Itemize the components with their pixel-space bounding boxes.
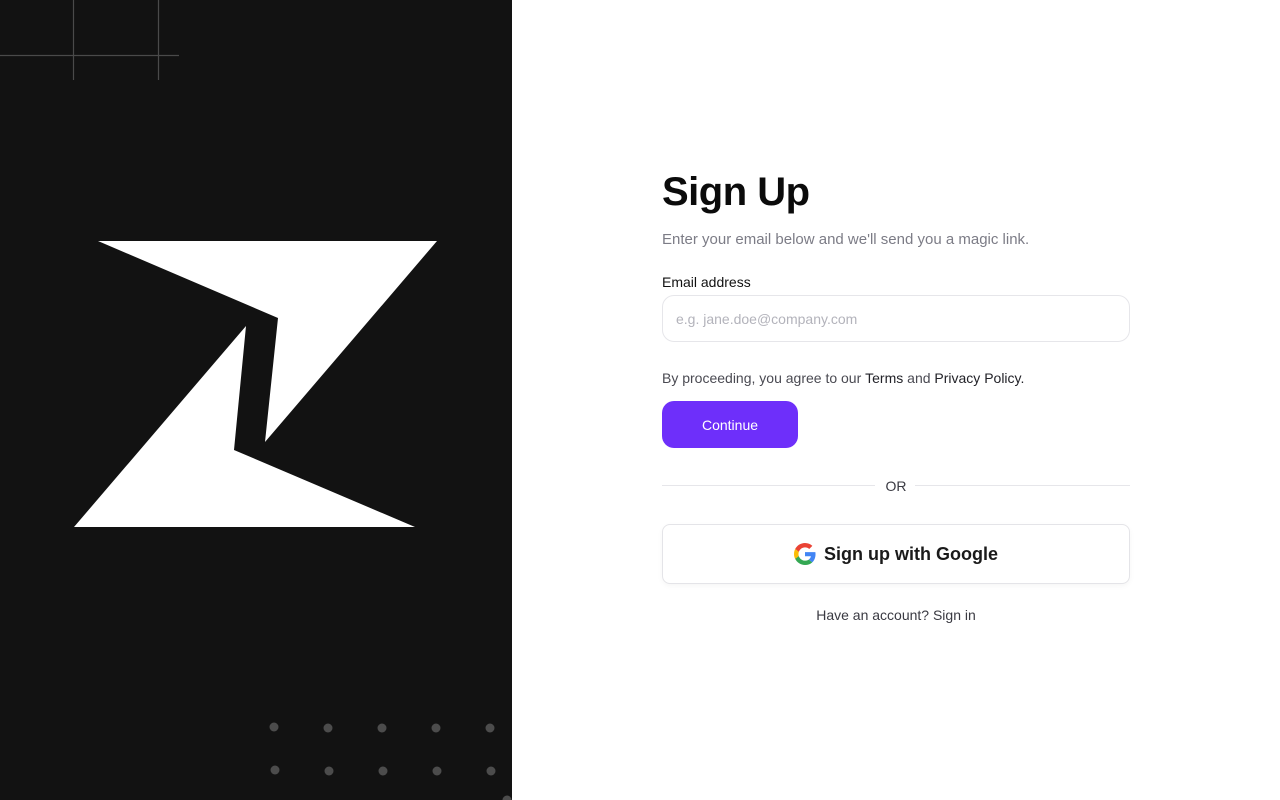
divider-label: OR: [885, 478, 907, 494]
terms-notice: By proceeding, you agree to our Terms an…: [662, 370, 1024, 386]
grid-lines-decoration: [0, 0, 179, 80]
or-divider: OR: [662, 476, 1130, 496]
google-icon: [794, 543, 816, 565]
terms-middle: and: [903, 370, 935, 386]
signin-prompt: Have an account? Sign in: [662, 607, 1130, 623]
signup-page: Sign Up Enter your email below and we'll…: [0, 0, 1280, 800]
dot-grid-decoration: [269, 722, 512, 800]
have-account-text: Have an account?: [816, 607, 930, 623]
brand-art: [0, 0, 512, 800]
privacy-policy-link[interactable]: Privacy Policy.: [934, 370, 1024, 386]
page-title: Sign Up: [662, 170, 810, 214]
terms-prefix: By proceeding, you agree to our: [662, 370, 866, 386]
email-field[interactable]: [662, 295, 1130, 342]
google-signup-button[interactable]: Sign up with Google: [662, 524, 1130, 584]
divider-line-right: [915, 485, 1130, 486]
page-subtitle: Enter your email below and we'll send yo…: [662, 231, 1030, 248]
google-button-label: Sign up with Google: [824, 543, 998, 564]
signin-link[interactable]: Sign in: [933, 607, 976, 623]
zed-logo-icon: [74, 241, 437, 527]
brand-panel: [0, 0, 512, 800]
terms-link[interactable]: Terms: [865, 370, 903, 386]
email-label: Email address: [662, 274, 751, 290]
continue-button[interactable]: Continue: [662, 401, 798, 448]
